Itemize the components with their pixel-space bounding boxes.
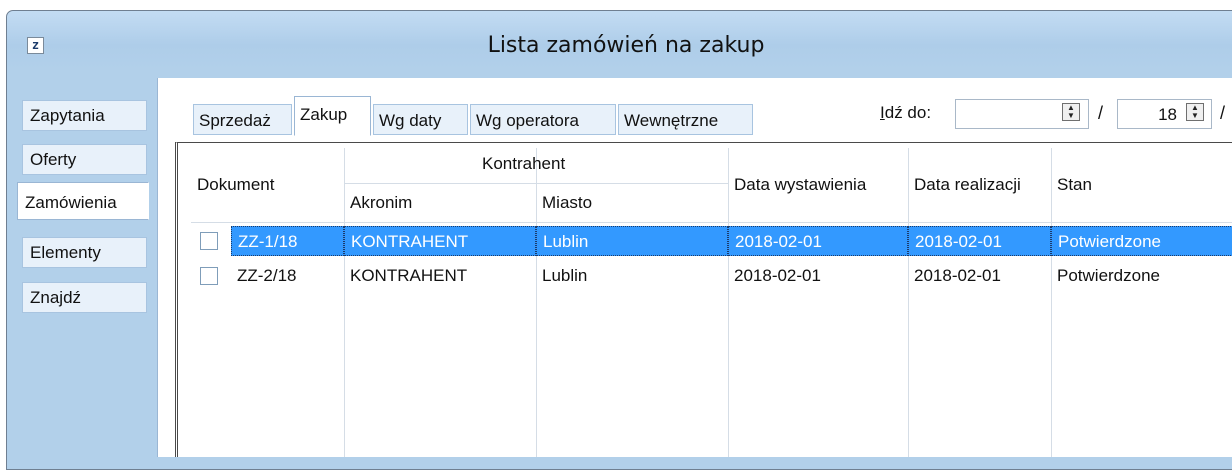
col-header-data-realizacji[interactable]: Data realizacji	[914, 175, 1021, 195]
cell-akronim: KONTRAHENT	[350, 266, 468, 285]
cell-miasto: Lublin	[542, 266, 588, 285]
cell-stan: Potwierdzone	[1057, 266, 1161, 285]
row-checkbox[interactable]	[200, 267, 218, 285]
table-row[interactable]: ZZ-2/18 KONTRAHENT Lublin 2018-02-01 201…	[191, 261, 1232, 291]
col-header-akronim[interactable]: Akronim	[350, 193, 412, 213]
col-divider	[536, 148, 537, 457]
cell-dokument: ZZ-2/18	[237, 266, 297, 285]
goto-label-text: dź do:	[884, 103, 932, 122]
cell-data-realizacji: 2018-02-01	[914, 266, 1001, 285]
title-bar[interactable]: z Lista zamówień na zakup	[7, 11, 1232, 75]
col-header-dokument[interactable]: Dokument	[197, 175, 274, 195]
col-divider	[1051, 148, 1052, 457]
col-divider	[728, 148, 729, 457]
table-row[interactable]: ZZ-1/18 KONTRAHENT Lublin 2018-02-01 201…	[191, 226, 1232, 256]
cell-data-realizacji: 2018-02-01	[908, 226, 1051, 256]
sidebar-tab-zamowienia[interactable]: Zamówienia	[17, 182, 149, 220]
cell-akronim: KONTRAHENT	[344, 226, 536, 256]
sidebar-tab-oferty[interactable]: Oferty	[22, 144, 147, 175]
tab-wg-operatora[interactable]: Wg operatora	[470, 104, 616, 135]
col-divider	[344, 148, 345, 457]
page-separator-2: /	[1220, 103, 1226, 123]
goto-spin-icon[interactable]: ▲ ▼	[1062, 103, 1080, 121]
row-checkbox[interactable]	[200, 232, 218, 250]
cell-dokument: ZZ-1/18	[231, 226, 344, 256]
sidebar-tab-elementy[interactable]: Elementy	[22, 237, 147, 268]
cell-miasto: Lublin	[536, 226, 728, 256]
col-divider	[908, 148, 909, 457]
cell-data-wystawienia: 2018-02-01	[728, 226, 908, 256]
cell-data-wystawienia: 2018-02-01	[734, 266, 821, 285]
tab-wewnetrzne[interactable]: Wewnętrzne	[618, 104, 753, 135]
header-divider	[191, 222, 1232, 223]
col-header-data-wystawienia[interactable]: Data wystawienia	[734, 175, 866, 195]
tab-wg-daty[interactable]: Wg daty	[373, 104, 468, 135]
cell-stan: Potwierdzone	[1051, 226, 1232, 256]
sidebar-tab-znajdz[interactable]: Znajdź	[22, 282, 147, 313]
tab-zakup[interactable]: Zakup	[294, 96, 371, 136]
window-title: Lista zamówień na zakup	[487, 33, 765, 58]
page-separator: /	[1098, 103, 1104, 123]
col-header-stan[interactable]: Stan	[1057, 175, 1092, 195]
group-divider	[344, 183, 728, 184]
goto-label: Idź do:	[880, 103, 931, 123]
page-spin-icon[interactable]: ▲ ▼	[1186, 103, 1204, 121]
col-header-miasto[interactable]: Miasto	[542, 193, 592, 213]
tab-sprzedaz[interactable]: Sprzedaż	[193, 104, 292, 135]
col-header-kontrahent: Kontrahent	[482, 154, 566, 173]
sidebar-tab-zapytania[interactable]: Zapytania	[22, 100, 147, 131]
